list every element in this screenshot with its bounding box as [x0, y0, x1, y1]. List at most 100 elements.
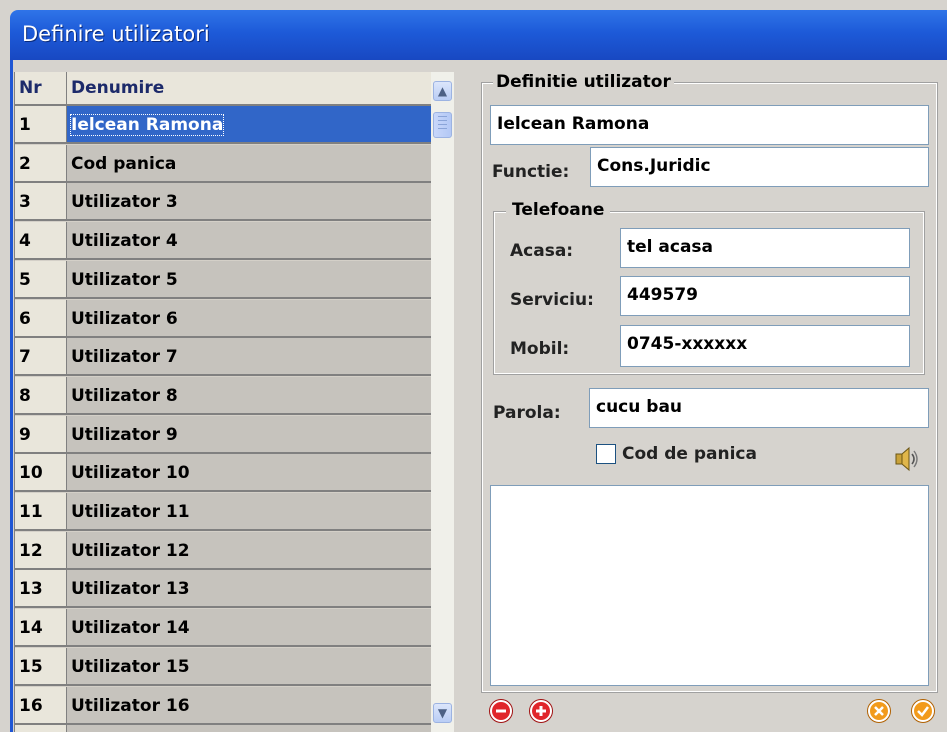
confirm-button[interactable] [912, 700, 934, 722]
scroll-up-button[interactable]: ▲ [433, 81, 452, 101]
functie-label: Functie: [492, 162, 570, 182]
mobil-label: Mobil: [510, 339, 570, 359]
table-row[interactable]: 15 Utilizator 15 [15, 648, 432, 686]
acasa-field[interactable]: tel acasa [620, 228, 910, 268]
cancel-icon [874, 706, 884, 716]
grid-scrollbar[interactable]: ▲ ▼ [431, 72, 454, 732]
row-number: 3 [15, 183, 67, 221]
row-name: Utilizator 16 [67, 687, 432, 725]
row-name: Utilizator 8 [67, 377, 432, 415]
table-row[interactable]: 2 Cod panica [15, 145, 432, 183]
scroll-thumb[interactable] [433, 112, 452, 138]
add-user-button[interactable] [530, 700, 552, 722]
remove-icon [496, 709, 506, 713]
row-name-text: Utilizator 14 [71, 618, 190, 638]
scroll-down-button[interactable]: ▼ [433, 703, 452, 723]
row-name-text: Utilizator 7 [71, 347, 178, 367]
row-number: 5 [15, 261, 67, 299]
table-row[interactable]: 3 Utilizator 3 [15, 183, 432, 221]
table-row[interactable]: 12 Utilizator 12 [15, 532, 432, 570]
row-number: 17 [15, 725, 67, 732]
row-number: 15 [15, 648, 67, 686]
row-number: 16 [15, 687, 67, 725]
users-grid[interactable]: Nr Denumire 1 Ielcean Ramona 2 Cod panica 3 U… [14, 72, 432, 732]
telefoane-title: Telefoane [506, 200, 611, 220]
row-name: Utilizator 7 [67, 338, 432, 376]
row-name-text: Utilizator 15 [71, 657, 190, 677]
table-row[interactable]: 16 Utilizator 16 [15, 687, 432, 725]
row-name: Utilizator 15 [67, 648, 432, 686]
row-name-text: Utilizator 6 [71, 309, 178, 329]
serviciu-field[interactable]: 449579 [620, 276, 910, 316]
row-name-text: Utilizator 8 [71, 386, 178, 406]
parola-field[interactable]: cucu bau [589, 388, 929, 428]
confirm-icon [917, 706, 929, 717]
table-row[interactable]: 11 Utilizator 11 [15, 493, 432, 531]
window-title: Definire utilizatori [22, 22, 210, 46]
row-number: 4 [15, 222, 67, 260]
row-name-text: Ielcean Ramona [69, 114, 225, 136]
table-row[interactable]: 9 Utilizator 9 [15, 416, 432, 454]
row-name: Utilizator 9 [67, 416, 432, 454]
row-number: 13 [15, 570, 67, 608]
row-name-text: Utilizator 13 [71, 579, 190, 599]
column-header-nr[interactable]: Nr [15, 72, 67, 106]
table-row[interactable]: 17Utilizator 17 [15, 725, 432, 732]
row-name: Utilizator 3 [67, 183, 432, 221]
row-number: 1 [15, 106, 67, 144]
row-name-text: Utilizator 9 [71, 425, 178, 445]
name-field[interactable]: Ielcean Ramona [490, 105, 929, 145]
table-row[interactable]: 14 Utilizator 14 [15, 609, 432, 647]
column-header-denumire[interactable]: Denumire [67, 72, 432, 106]
row-name: Utilizator 17 [67, 725, 432, 732]
row-name: Utilizator 11 [67, 493, 432, 531]
functie-field[interactable]: Cons.Juridic [590, 147, 929, 187]
parola-label: Parola: [493, 403, 561, 423]
row-number: 10 [15, 454, 67, 492]
row-name-text: Utilizator 5 [71, 270, 178, 290]
cancel-button[interactable] [868, 700, 890, 722]
row-number: 11 [15, 493, 67, 531]
row-name: Ielcean Ramona [67, 106, 432, 144]
title-bar[interactable]: Definire utilizatori [10, 10, 947, 60]
acasa-label: Acasa: [510, 241, 574, 261]
speaker-icon[interactable] [891, 444, 921, 474]
table-row[interactable]: 13 Utilizator 13 [15, 570, 432, 608]
row-number: 12 [15, 532, 67, 570]
table-row[interactable]: 6 Utilizator 6 [15, 300, 432, 338]
chevron-down-icon: ▼ [437, 706, 448, 720]
row-number: 2 [15, 145, 67, 183]
row-name-text: Cod panica [71, 154, 177, 174]
add-icon [536, 706, 546, 716]
group-title: Definitie utilizator [493, 72, 674, 92]
row-name-text: Utilizator 10 [71, 463, 190, 483]
row-name-text: Utilizator 16 [71, 696, 190, 716]
table-row[interactable]: 1 Ielcean Ramona [15, 106, 432, 144]
serviciu-label: Serviciu: [510, 290, 594, 310]
table-row[interactable]: 10 Utilizator 10 [15, 454, 432, 492]
cod-panica-label: Cod de panica [622, 444, 757, 464]
table-row[interactable]: 8 Utilizator 8 [15, 377, 432, 415]
table-row[interactable]: 5 Utilizator 5 [15, 261, 432, 299]
cod-panica-checkbox[interactable] [596, 444, 616, 464]
row-name-text: Utilizator 3 [71, 192, 178, 212]
mobil-field[interactable]: 0745-xxxxxx [620, 325, 910, 367]
row-name: Cod panica [67, 145, 432, 183]
row-number: 8 [15, 377, 67, 415]
row-name: Utilizator 4 [67, 222, 432, 260]
row-name: Utilizator 5 [67, 261, 432, 299]
table-row[interactable]: 7 Utilizator 7 [15, 338, 432, 376]
row-name: Utilizator 13 [67, 570, 432, 608]
row-number: 9 [15, 416, 67, 454]
row-number: 7 [15, 338, 67, 376]
row-number: 6 [15, 300, 67, 338]
row-name: Utilizator 6 [67, 300, 432, 338]
row-name-text: Utilizator 4 [71, 231, 178, 251]
row-number: 14 [15, 609, 67, 647]
table-row[interactable]: 4 Utilizator 4 [15, 222, 432, 260]
chevron-up-icon: ▲ [437, 84, 448, 98]
row-name: Utilizator 10 [67, 454, 432, 492]
notes-memo[interactable] [490, 485, 929, 686]
row-name: Utilizator 12 [67, 532, 432, 570]
remove-user-button[interactable] [490, 700, 512, 722]
